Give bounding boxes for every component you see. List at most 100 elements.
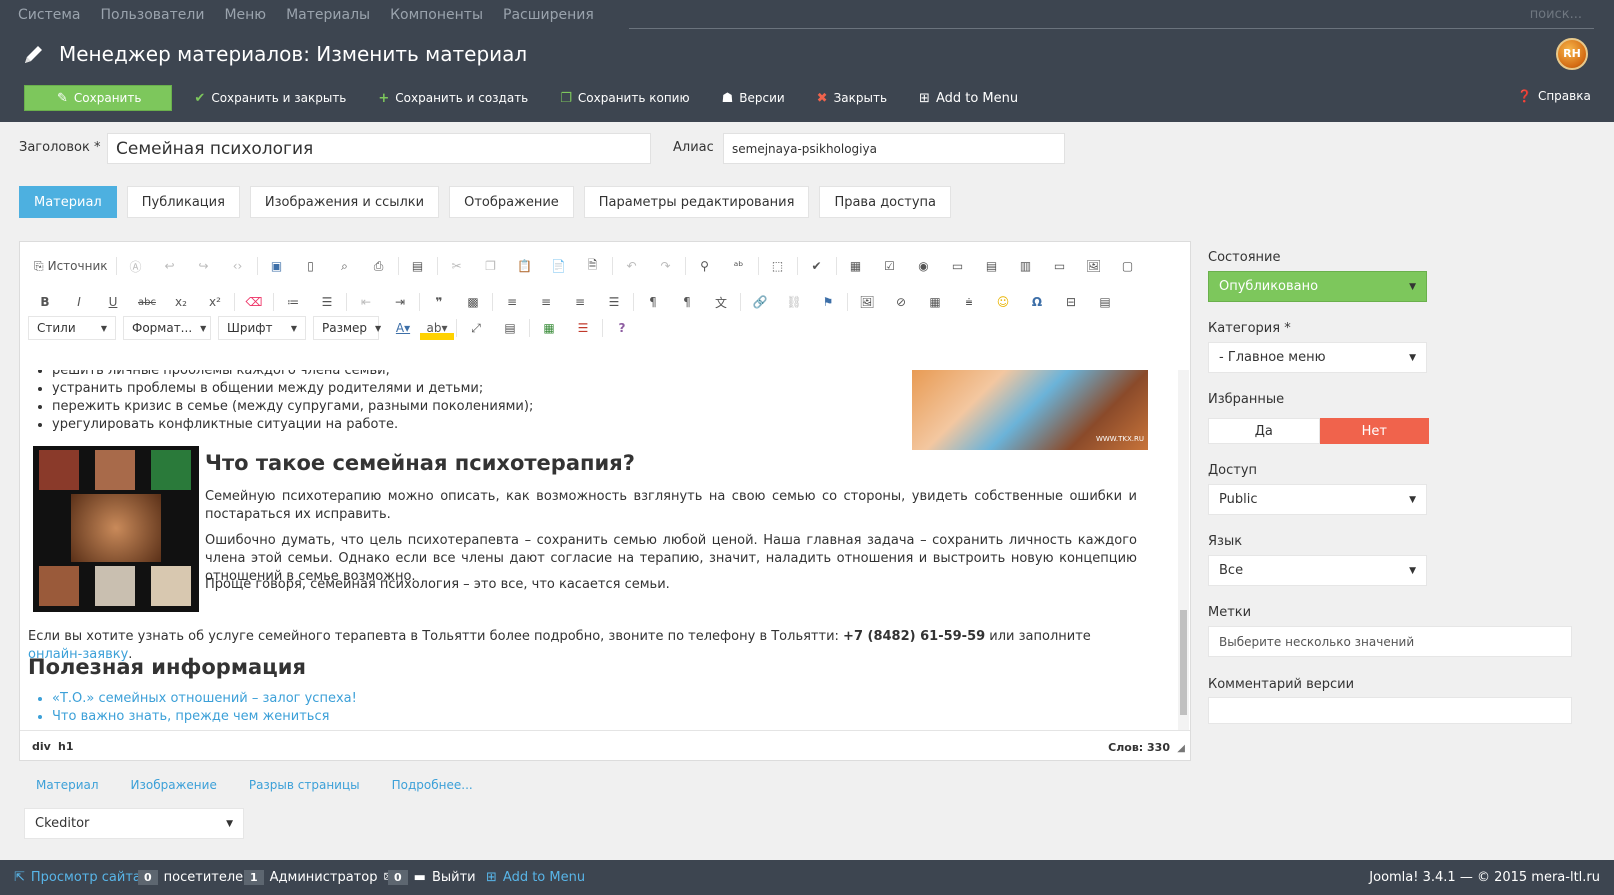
show-blocks-icon[interactable]: ▤ <box>493 316 527 340</box>
tab-editing-options[interactable]: Параметры редактирования <box>583 186 810 218</box>
save-copy-button[interactable]: ❐ Сохранить копию <box>560 85 689 111</box>
rtl-icon[interactable]: ¶ <box>670 290 704 314</box>
align-justify-icon[interactable]: ☰ <box>597 290 631 314</box>
path-div[interactable]: div <box>32 740 51 753</box>
format-dropdown[interactable]: Формат... ▼ <box>123 316 211 340</box>
alias-input[interactable]: semejnaya-psikhologiya <box>723 133 1065 164</box>
resize-icon[interactable]: ◢ <box>1177 743 1185 754</box>
strikethrough-icon[interactable]: abc <box>130 290 164 314</box>
iframe-icon[interactable]: ▤ <box>1088 290 1122 314</box>
paste-icon[interactable]: 📋 <box>508 254 542 278</box>
new-page-icon[interactable]: ▯ <box>294 254 328 278</box>
templates-icon[interactable]: ▤ <box>401 254 435 278</box>
source-button[interactable]: ⎘ Источник <box>28 254 114 278</box>
link-icon[interactable]: 🔗 <box>743 290 777 314</box>
code-icon[interactable]: ‹› <box>221 254 255 278</box>
special-char-icon[interactable]: Ω <box>1020 290 1054 314</box>
underline-icon[interactable]: U <box>96 290 130 314</box>
bg-color-icon[interactable]: ab▾ <box>420 316 454 340</box>
radio-icon[interactable]: ◉ <box>907 254 941 278</box>
print-icon[interactable]: ⎙ <box>362 254 396 278</box>
copy-icon[interactable]: ❐ <box>474 254 508 278</box>
editor-content[interactable]: WWW.TKX.RU решить личные проблемы каждог… <box>28 370 1178 730</box>
textarea-icon[interactable]: ▤ <box>975 254 1009 278</box>
undo-icon[interactable]: ↶ <box>615 254 649 278</box>
save-button[interactable]: ✎ Сохранить <box>24 85 173 111</box>
editor-select[interactable]: Ckeditor ▼ <box>24 808 244 839</box>
numbered-list-icon[interactable]: ≔ <box>276 290 310 314</box>
horizontal-rule-icon[interactable]: ⩧ <box>952 290 986 314</box>
featured-no-button[interactable]: Нет <box>1319 418 1429 444</box>
access-select[interactable]: Public ▼ <box>1208 484 1427 515</box>
select-field-icon[interactable]: ▥ <box>1009 254 1043 278</box>
tab-publishing[interactable]: Публикация <box>126 186 240 218</box>
smiley-icon[interactable]: ☺ <box>986 290 1020 314</box>
collage-image[interactable] <box>33 446 199 612</box>
select-all-icon[interactable]: ⬚ <box>761 254 795 278</box>
save-close-button[interactable]: ✔ Сохранить и закрыть <box>194 85 346 111</box>
remove-format-icon[interactable]: ⌫ <box>237 290 271 314</box>
div-container-icon[interactable]: ▩ <box>456 290 490 314</box>
list-item[interactable]: Что важно знать, прежде чем жениться <box>52 708 852 726</box>
menu-extensions[interactable]: Расширения <box>503 7 594 23</box>
scrollbar-thumb[interactable] <box>1180 610 1187 715</box>
title-input[interactable]: Семейная психология <box>107 133 651 164</box>
superscript-icon[interactable]: x² <box>198 290 232 314</box>
category-select[interactable]: - Главное меню ▼ <box>1208 342 1427 373</box>
pagebreak-icon[interactable]: ☰ <box>566 316 600 340</box>
image-icon[interactable]: 🖼 <box>850 290 884 314</box>
cartoon-family-image[interactable]: WWW.TKX.RU <box>912 370 1148 450</box>
align-left-icon[interactable]: ≡ <box>495 290 529 314</box>
language-icon[interactable]: 文 <box>704 290 738 314</box>
about-icon[interactable]: ? <box>605 316 639 340</box>
state-select[interactable]: Опубликовано ▼ <box>1208 271 1427 302</box>
close-button[interactable]: ✖ Закрыть <box>817 85 887 111</box>
path-h1[interactable]: h1 <box>58 740 74 753</box>
align-right-icon[interactable]: ≡ <box>563 290 597 314</box>
maximize-icon[interactable]: ⤢ <box>459 316 493 340</box>
user-logo-icon[interactable]: RH <box>1556 38 1588 70</box>
add-to-menu-button[interactable]: ⊞ Add to Menu <box>919 85 1018 111</box>
form-icon[interactable]: ▦ <box>839 254 873 278</box>
replace-icon[interactable]: ᵃᵇ <box>722 254 756 278</box>
save-new-button[interactable]: + Сохранить и создать <box>378 85 528 111</box>
textfield-icon[interactable]: ▭ <box>941 254 975 278</box>
tab-display[interactable]: Отображение <box>449 186 574 218</box>
page-break-button[interactable]: Разрыв страницы <box>249 778 360 792</box>
styles-dropdown[interactable]: Стили ▼ <box>28 316 116 340</box>
view-site-link[interactable]: ⇱ Просмотр сайта <box>14 870 141 885</box>
unlink-icon[interactable]: ⛓ <box>777 290 811 314</box>
image-button-icon[interactable]: 🖼 <box>1077 254 1111 278</box>
paste-text-icon[interactable]: 📄 <box>542 254 576 278</box>
menu-system[interactable]: Система <box>18 7 80 23</box>
redo-icon[interactable]: ↷ <box>649 254 683 278</box>
blockquote-icon[interactable]: ❞ <box>422 290 456 314</box>
checkbox-icon[interactable]: ☑ <box>873 254 907 278</box>
tags-input[interactable]: Выберите несколько значений <box>1208 626 1572 657</box>
outdent-icon[interactable]: ⇤ <box>349 290 383 314</box>
bold-icon[interactable]: B <box>28 290 62 314</box>
indent-icon[interactable]: ⇥ <box>383 290 417 314</box>
find-icon[interactable]: ⚲ <box>688 254 722 278</box>
footer-add-to-menu[interactable]: ⊞ Add to Menu <box>486 870 585 885</box>
hidden-field-icon[interactable]: ▢ <box>1111 254 1145 278</box>
messages-status[interactable]: 0 ▬ Выйти <box>388 870 476 885</box>
menu-users[interactable]: Пользователи <box>100 7 204 23</box>
italic-icon[interactable]: I <box>62 290 96 314</box>
tab-images-links[interactable]: Изображения и ссылки <box>249 186 440 218</box>
spellcheck-icon[interactable]: ✔ <box>800 254 834 278</box>
article-insert-button[interactable]: Материал <box>36 778 99 792</box>
tab-permissions[interactable]: Права доступа <box>819 186 952 218</box>
template-icon[interactable]: Ⓐ <box>119 254 153 278</box>
redo-history-icon[interactable]: ↪ <box>187 254 221 278</box>
align-center-icon[interactable]: ≡ <box>529 290 563 314</box>
version-note-input[interactable] <box>1208 697 1572 724</box>
anchor-icon[interactable]: ⚑ <box>811 290 845 314</box>
bullet-list-icon[interactable]: ☰ <box>310 290 344 314</box>
language-select[interactable]: Все ▼ <box>1208 555 1427 586</box>
read-more-button[interactable]: Подробнее... <box>392 778 473 792</box>
featured-yes-button[interactable]: Да <box>1208 418 1320 444</box>
search-input[interactable]: поиск... <box>629 7 1594 29</box>
ltr-icon[interactable]: ¶ <box>636 290 670 314</box>
save-doc-icon[interactable]: ▣ <box>260 254 294 278</box>
